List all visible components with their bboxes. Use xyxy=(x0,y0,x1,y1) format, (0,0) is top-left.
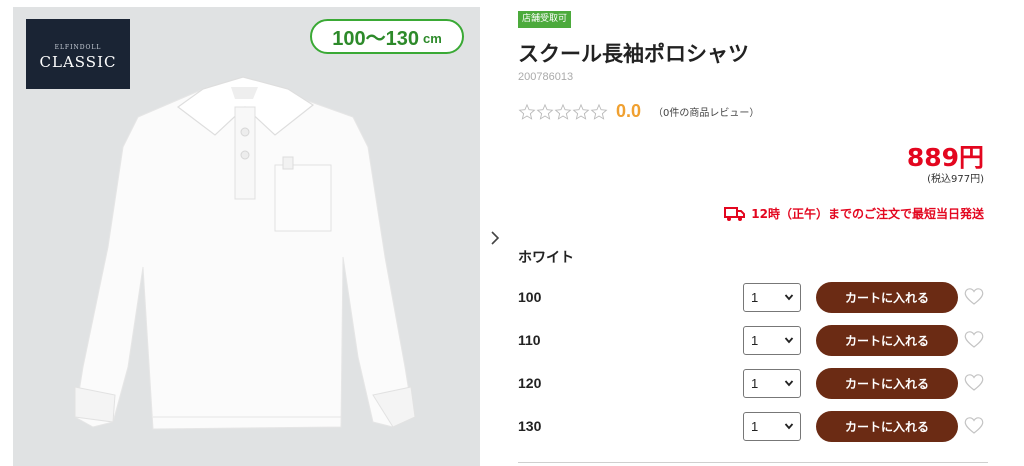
star-icon xyxy=(554,103,572,120)
shipping-notice: 12時（正午）までのご注文で最短当日発送 xyxy=(724,205,984,222)
add-to-cart-button[interactable]: カートに入れる xyxy=(816,282,958,313)
rating-value: 0.0 xyxy=(616,101,642,121)
quantity-select[interactable]: 1 xyxy=(743,283,801,312)
quantity-select[interactable]: 1 xyxy=(743,369,801,398)
section-divider xyxy=(518,462,988,463)
heart-icon[interactable] xyxy=(964,416,984,435)
quantity-value: 1 xyxy=(751,333,759,348)
chevron-down-icon xyxy=(784,337,794,344)
quantity-select[interactable]: 1 xyxy=(743,412,801,441)
size-range-text: 100～130 xyxy=(332,28,419,50)
add-to-cart-button[interactable]: カートに入れる xyxy=(816,368,958,399)
size-row: 130 1 カートに入れる xyxy=(518,409,988,443)
star-icon xyxy=(572,103,590,120)
product-price: 889円 xyxy=(906,143,984,172)
size-label: 100 xyxy=(518,289,542,305)
add-to-cart-button[interactable]: カートに入れる xyxy=(816,411,958,442)
chevron-down-icon xyxy=(784,380,794,387)
add-to-cart-button[interactable]: カートに入れる xyxy=(816,325,958,356)
chevron-down-icon xyxy=(784,294,794,301)
chevron-right-icon xyxy=(491,231,500,245)
star-icon xyxy=(590,103,608,120)
color-name: ホワイト xyxy=(518,250,574,266)
review-count-link[interactable]: （0件の商品レビュー） xyxy=(653,104,759,119)
star-icon xyxy=(518,103,536,120)
product-rating: 0.0 （0件の商品レビュー） xyxy=(518,101,759,122)
brand-logo: ELFINDOLL CLASSIC xyxy=(26,19,130,89)
product-title: スクール長袖ポロシャツ xyxy=(518,42,749,66)
quantity-value: 1 xyxy=(751,419,759,434)
shipping-notice-text: 12時（正午）までのご注文で最短当日発送 xyxy=(751,207,984,221)
brand-logo-main: CLASSIC xyxy=(39,53,117,71)
size-row: 100 1 カートに入れる xyxy=(518,280,988,314)
heart-icon[interactable] xyxy=(964,287,984,306)
quantity-select[interactable]: 1 xyxy=(743,326,801,355)
store-pickup-badge: 店舗受取可 xyxy=(518,11,572,28)
size-range-unit: cm xyxy=(422,30,442,46)
heart-icon[interactable] xyxy=(964,330,984,349)
quantity-value: 1 xyxy=(751,290,759,305)
quantity-value: 1 xyxy=(751,376,759,391)
product-code: 200786013 xyxy=(518,71,574,83)
size-label: 120 xyxy=(518,375,542,391)
star-icon xyxy=(536,103,554,120)
truck-icon xyxy=(724,206,746,221)
tax-included-price: (税込977円) xyxy=(927,174,984,185)
size-row: 120 1 カートに入れる xyxy=(518,366,988,400)
size-label: 110 xyxy=(518,332,541,348)
size-row: 110 1 カートに入れる xyxy=(518,323,988,357)
brand-logo-sub: ELFINDOLL xyxy=(54,44,102,51)
product-image-gallery: ELFINDOLL CLASSIC 100～130 cm xyxy=(13,7,480,466)
size-label: 130 xyxy=(518,418,542,434)
chevron-down-icon xyxy=(784,423,794,430)
gallery-next-button[interactable] xyxy=(488,226,502,250)
rating-stars xyxy=(518,103,608,121)
size-range-badge: 100～130 cm xyxy=(310,19,464,54)
heart-icon[interactable] xyxy=(964,373,984,392)
